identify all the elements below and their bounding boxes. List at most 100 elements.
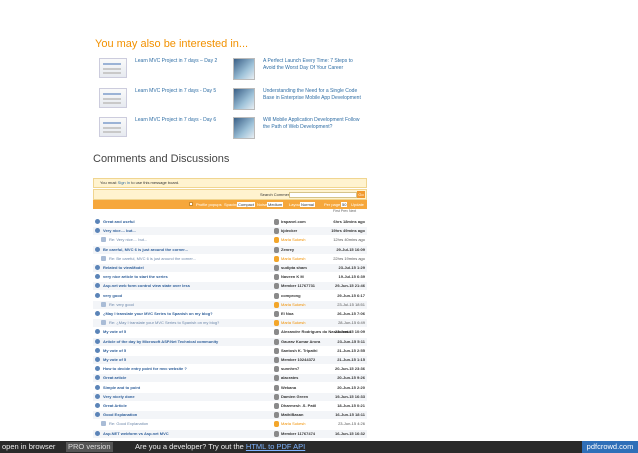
related-item[interactable]: Learn MVC Project in 7 days - Day 6 bbox=[99, 117, 229, 141]
html-to-pdf-api-link[interactable]: HTML to PDF API bbox=[246, 442, 305, 451]
comment-row[interactable]: Simple and to point Wekana 20-Jun-15 2:20 bbox=[93, 384, 367, 392]
comment-row[interactable]: Asp.net web form control view state over… bbox=[93, 282, 367, 291]
article-thumbnail[interactable] bbox=[99, 88, 127, 108]
layout-select[interactable]: Normal bbox=[300, 202, 315, 207]
comment-subject-link[interactable]: My vote of 5 bbox=[103, 347, 126, 355]
comment-subject-link[interactable]: Re: Very nice.... but... bbox=[109, 236, 147, 244]
comment-author-link[interactable]: Gaurav Kumar Arora bbox=[281, 338, 320, 346]
update-button[interactable]: Update bbox=[351, 200, 364, 209]
comment-subject-link[interactable]: Great article bbox=[103, 374, 126, 382]
profile-popups-checkbox[interactable] bbox=[189, 202, 193, 206]
spacing-select[interactable]: Compact bbox=[237, 202, 256, 207]
comment-row[interactable]: How to decide entry point for mvc websit… bbox=[93, 365, 367, 373]
comment-author-link[interactable]: sunnhrn7 bbox=[281, 365, 299, 373]
comment-row[interactable]: Very nicely done Damien Green 19-Jun-15 16… bbox=[93, 392, 367, 401]
comment-author-link[interactable]: Santosh K. Tripathi bbox=[281, 347, 317, 355]
comment-row[interactable]: Related to viewModel sudipta sham 23-Jul-1… bbox=[93, 264, 367, 272]
comment-row[interactable]: Be careful, MVC 6 is just around the cor… bbox=[93, 245, 367, 254]
comment-author-link[interactable]: El Noa bbox=[281, 310, 293, 318]
reply-row[interactable]: Re: very good Marla Sukesh 23-Jul-15 18:51 bbox=[93, 300, 367, 309]
comment-subject-link[interactable]: Re: Be careful, MVC 6 is just around the… bbox=[109, 255, 196, 263]
comment-author-link[interactable]: Marla Sukesh bbox=[281, 319, 305, 327]
comment-author-link[interactable]: Marla Sukesh bbox=[281, 255, 305, 263]
comment-row[interactable]: My vote of 5 Alexandre Rodrigues do Nasci… bbox=[93, 328, 367, 336]
comment-row[interactable]: very nice article to start the series Nav… bbox=[93, 273, 367, 281]
article-image[interactable] bbox=[233, 117, 255, 139]
comment-row[interactable]: Good Explanation MathiBasan 16-Jun-15 18:1… bbox=[93, 411, 367, 420]
comment-row[interactable]: Very nice.... but... kjdecker 19hrs 49mins… bbox=[93, 227, 367, 236]
comment-subject-link[interactable]: My vote of 5 bbox=[103, 356, 126, 364]
comment-row[interactable]: Great article alacrates 20-Jun-15 9:26 bbox=[93, 374, 367, 383]
related-link[interactable]: Learn MVC Project in 7 days – Day 2 bbox=[135, 58, 225, 65]
search-input[interactable] bbox=[289, 192, 357, 198]
search-go-button[interactable]: Go bbox=[357, 191, 365, 198]
comment-row[interactable]: Great and useful Irapanel.com 6hrs 18mins … bbox=[93, 218, 367, 226]
comment-row[interactable]: ¿May I translate your MVC Series to Span… bbox=[93, 310, 367, 318]
related-link[interactable]: Will Mobile Application Development Foll… bbox=[263, 117, 363, 131]
comment-subject-link[interactable]: Asp.net web form control view state over… bbox=[103, 282, 190, 290]
comment-author-link[interactable]: Dharmesh .S. Patil bbox=[281, 402, 316, 410]
per-page-select[interactable]: 50 bbox=[341, 202, 348, 207]
related-item[interactable]: A Perfect Launch Every Time: 7 Steps to … bbox=[233, 58, 368, 82]
comment-subject-link[interactable]: Re: very good bbox=[109, 301, 134, 309]
comment-subject-link[interactable]: ¿May I translate your MVC Series to Span… bbox=[103, 310, 213, 318]
comment-subject-link[interactable]: Simple and to point bbox=[103, 384, 140, 392]
comment-author-link[interactable]: Irapanel.com bbox=[281, 218, 306, 226]
comment-subject-link[interactable]: Article of the day by Microsoft ASP.Net … bbox=[103, 338, 218, 346]
reply-row[interactable]: Re: Very nice.... but... Marla Sukesh 12hr… bbox=[93, 236, 367, 244]
comment-row[interactable]: Asp.NET webform vs Asp.net MVC Member 117… bbox=[93, 429, 367, 438]
comment-subject-link[interactable]: Very nice.... but... bbox=[103, 227, 136, 235]
comment-subject-link[interactable]: My vote of 5 bbox=[103, 328, 126, 336]
comment-subject-link[interactable]: How to decide entry point for mvc websit… bbox=[103, 365, 187, 373]
comment-author-link[interactable]: alacrates bbox=[281, 374, 298, 382]
comment-author-link[interactable]: Member 11767474 bbox=[281, 430, 315, 438]
related-item[interactable]: Learn MVC Project in 7 days – Day 2 bbox=[99, 58, 229, 82]
comment-author-link[interactable]: Member 10244372 bbox=[281, 356, 315, 364]
comment-row[interactable]: Great Article Dharmesh .S. Patil 18-Jun-15… bbox=[93, 402, 367, 410]
comment-row[interactable]: very good comprong 29-Jun-15 6:17 bbox=[93, 292, 367, 300]
article-image[interactable] bbox=[233, 88, 255, 110]
reply-row[interactable]: Re: Good Explanation Marla Sukesh 23-Jun-1… bbox=[93, 420, 367, 428]
comment-author-link[interactable]: comprong bbox=[281, 292, 301, 300]
open-in-browser-link[interactable]: open in browser bbox=[2, 441, 55, 453]
comment-author-link[interactable]: Marla Sukesh bbox=[281, 236, 305, 244]
reply-row[interactable]: Re: ¿May I translate your MVC Series to … bbox=[93, 319, 367, 328]
comment-row[interactable]: My vote of 5 Member 10244372 21-Jun-15 1:1… bbox=[93, 356, 367, 364]
article-image[interactable] bbox=[233, 58, 255, 80]
comment-row[interactable]: My vote of 5 Santosh K. Tripathi 21-Jun-15… bbox=[93, 347, 367, 355]
comment-subject-link[interactable]: Be careful, MVC 6 is just around the cor… bbox=[103, 246, 188, 254]
comment-subject-link[interactable]: Very nicely done bbox=[103, 393, 135, 401]
comment-author-link[interactable]: Wekana bbox=[281, 384, 296, 392]
related-link[interactable]: Learn MVC Project in 7 days - Day 5 bbox=[135, 88, 225, 95]
related-item[interactable]: Understanding the Need for a Single Code… bbox=[233, 88, 368, 112]
related-item[interactable]: Will Mobile Application Development Foll… bbox=[233, 117, 368, 141]
comment-subject-link[interactable]: Re: Good Explanation bbox=[109, 420, 148, 428]
comment-subject-link[interactable]: Re: ¿May I translate your MVC Series to … bbox=[109, 319, 219, 327]
comment-author-link[interactable]: Marla Sukesh bbox=[281, 420, 305, 428]
comment-subject-link[interactable]: Good Explanation bbox=[103, 411, 137, 419]
comment-author-link[interactable]: sudipta sham bbox=[281, 264, 307, 272]
related-link[interactable]: A Perfect Launch Every Time: 7 Steps to … bbox=[263, 58, 363, 72]
comment-author-link[interactable]: Marla Sukesh bbox=[281, 301, 305, 309]
comment-subject-link[interactable]: Great Article bbox=[103, 402, 127, 410]
related-link[interactable]: Learn MVC Project in 7 days - Day 6 bbox=[135, 117, 225, 124]
comment-author-link[interactable]: Naveen K M bbox=[281, 273, 304, 281]
article-thumbnail[interactable] bbox=[99, 117, 127, 137]
comment-subject-link[interactable]: Great and useful bbox=[103, 218, 135, 226]
pager[interactable]: First Prev Next bbox=[333, 209, 356, 213]
comment-author-link[interactable]: MathiBasan bbox=[281, 411, 303, 419]
comment-subject-link[interactable]: Related to viewModel bbox=[103, 264, 144, 272]
comment-row[interactable]: Article of the day by Microsoft ASP.Net … bbox=[93, 337, 367, 346]
related-item[interactable]: Learn MVC Project in 7 days - Day 5 bbox=[99, 88, 229, 112]
related-link[interactable]: Understanding the Need for a Single Code… bbox=[263, 88, 363, 102]
comment-author-link[interactable]: Damien Green bbox=[281, 393, 308, 401]
comment-subject-link[interactable]: Asp.NET webform vs Asp.net MVC bbox=[103, 430, 169, 438]
comment-subject-link[interactable]: very good bbox=[103, 292, 122, 300]
reply-row[interactable]: Re: Be careful, MVC 6 is just around the… bbox=[93, 255, 367, 263]
pro-version-button[interactable]: PRO version bbox=[66, 442, 113, 452]
comment-subject-link[interactable]: very nice article to start the series bbox=[103, 273, 168, 281]
signin-link[interactable]: Sign In bbox=[118, 180, 130, 185]
comment-author-link[interactable]: Zenrey bbox=[281, 246, 294, 254]
pdfcrowd-brand[interactable]: pdfcrowd.com bbox=[582, 441, 638, 453]
comment-author-link[interactable]: kjdecker bbox=[281, 227, 297, 235]
